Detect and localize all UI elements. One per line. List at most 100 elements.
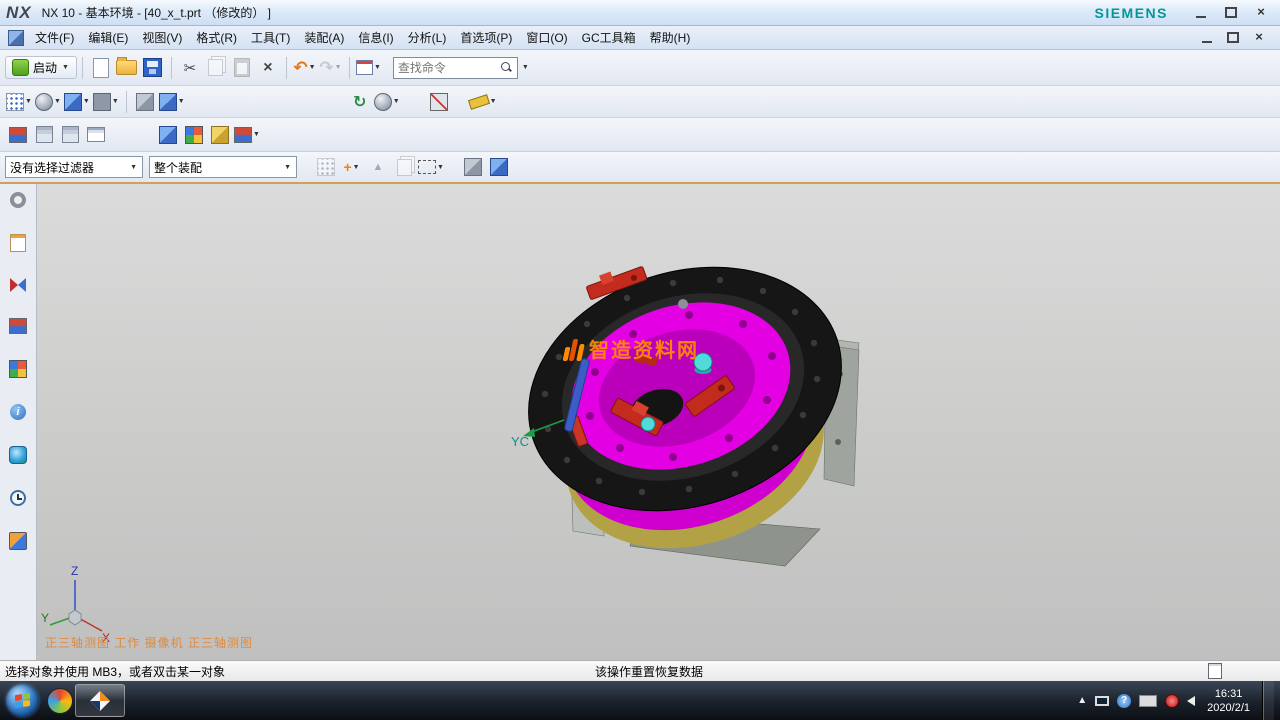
menu-file[interactable]: 文件(F) [28, 26, 81, 49]
cut-button[interactable]: ✂ [178, 56, 202, 80]
measure-button[interactable]: ▼ [469, 90, 498, 114]
chevron-down-icon[interactable]: ▼ [253, 131, 260, 138]
show-desktop-button[interactable] [1262, 681, 1274, 720]
chevron-down-icon[interactable]: ▼ [335, 64, 342, 71]
fit-view-button[interactable]: ▼ [159, 90, 186, 114]
orbit-button[interactable]: ↻ [348, 90, 372, 114]
history-icon[interactable] [10, 490, 26, 506]
tray-keyboard-icon[interactable] [1139, 695, 1157, 707]
scene-editor-icon[interactable] [9, 532, 27, 550]
menu-window[interactable]: 窗口(O) [519, 26, 574, 49]
chevron-down-icon[interactable]: ▼ [393, 98, 400, 105]
move-up-button[interactable]: ▲ [366, 155, 390, 179]
find-component-button[interactable] [6, 123, 30, 147]
reuse-library-icon[interactable] [9, 360, 27, 378]
copy-button[interactable] [204, 56, 228, 80]
add-component-button[interactable] [156, 123, 180, 147]
display-mode-button[interactable]: ▼ [93, 90, 120, 114]
named-view-button[interactable]: ▼ [64, 90, 91, 114]
repeat-command-button[interactable]: ▼ [356, 56, 382, 80]
part-navigator-icon[interactable] [10, 234, 26, 252]
highlight-select-button[interactable]: +▼ [340, 155, 364, 179]
chevron-down-icon[interactable]: ▼ [374, 64, 381, 71]
menu-view[interactable]: 视图(V) [135, 26, 189, 49]
view-orientation-button[interactable]: ▼ [6, 90, 33, 114]
tray-volume-icon[interactable] [1187, 696, 1195, 706]
viewport-canvas[interactable]: YC Z Y X 智造资料网 正三轴测图 工作 摄像机 正三轴测图 [37, 184, 1280, 660]
chevron-down-icon: ▼ [284, 164, 291, 171]
pinned-app-icon[interactable] [47, 688, 73, 714]
product-outline-button[interactable] [84, 123, 108, 147]
chevron-down-icon[interactable]: ▼ [437, 164, 444, 171]
menu-gc-toolbox[interactable]: GC工具箱 [575, 26, 643, 49]
status-note-icon[interactable] [1208, 663, 1222, 679]
tray-help-icon[interactable]: ? [1117, 694, 1131, 708]
open-button[interactable] [115, 56, 139, 80]
undo-button[interactable]: ↶▼ [293, 56, 317, 80]
minimize-button[interactable] [1194, 6, 1208, 19]
triad-y-label: Y [41, 611, 49, 625]
chevron-down-icon[interactable]: ▼ [83, 98, 90, 105]
child-restore-button[interactable] [1226, 31, 1240, 44]
snapshot-button[interactable]: ▼ [35, 90, 62, 114]
rectangle-select-button[interactable]: ▼ [418, 155, 445, 179]
constraint-navigator-icon[interactable] [10, 278, 26, 292]
nx-taskbar-button[interactable] [75, 684, 125, 717]
hd3d-tool-icon[interactable]: i [10, 404, 26, 420]
document-menu-icon[interactable] [8, 30, 24, 46]
find-command-input[interactable] [394, 61, 498, 75]
roles-gear-icon[interactable] [10, 192, 26, 208]
hidden-icons-arrow[interactable]: ▲ [1077, 695, 1087, 706]
search-icon[interactable] [501, 62, 512, 73]
chevron-down-icon[interactable]: ▼ [490, 98, 497, 105]
previous-selection-button[interactable] [392, 155, 416, 179]
web-browser-icon[interactable] [9, 446, 27, 464]
section-view-button[interactable] [427, 90, 451, 114]
start-orb-button[interactable] [6, 684, 39, 717]
rendering-style-button[interactable]: ▼ [374, 90, 401, 114]
title-bar: NX NX 10 - 基本环境 - [40_x_t.prt （修改的） ] SI… [0, 0, 1280, 26]
menu-preferences[interactable]: 首选项(P) [453, 26, 519, 49]
selection-filter-dropdown[interactable]: 没有选择过滤器 ▼ [5, 156, 143, 178]
open-component-icon [36, 126, 53, 143]
maximize-button[interactable] [1224, 6, 1238, 19]
menu-analysis[interactable]: 分析(L) [401, 26, 454, 49]
component-sheets-button[interactable] [58, 123, 82, 147]
assembly-navigator-icon[interactable] [9, 318, 27, 334]
new-file-button[interactable] [89, 56, 113, 80]
restore-view-button[interactable] [133, 90, 157, 114]
menu-assembly[interactable]: 装配(A) [297, 26, 351, 49]
show-hide-button[interactable] [461, 155, 485, 179]
save-button[interactable] [141, 56, 165, 80]
chevron-down-icon[interactable]: ▼ [178, 98, 185, 105]
assembly-constraints-button[interactable]: ▼ [234, 123, 261, 147]
menu-help[interactable]: 帮助(H) [643, 26, 698, 49]
pattern-component-button[interactable] [182, 123, 206, 147]
chevron-down-icon[interactable]: ▼ [112, 98, 119, 105]
redo-button[interactable]: ↷▼ [319, 56, 343, 80]
delete-button[interactable]: × [256, 56, 280, 80]
selection-scope-dropdown[interactable]: 整个装配 ▼ [149, 156, 297, 178]
snap-point-button[interactable] [314, 155, 338, 179]
general-object-button[interactable] [487, 155, 511, 179]
tray-antivirus-icon[interactable] [1165, 694, 1179, 708]
chevron-down-icon[interactable]: ▼ [353, 164, 360, 171]
menu-information[interactable]: 信息(I) [351, 26, 400, 49]
chevron-down-icon[interactable]: ▼ [309, 64, 316, 71]
tray-display-icon[interactable] [1095, 696, 1109, 706]
paste-button[interactable] [230, 56, 254, 80]
menu-edit[interactable]: 编辑(E) [81, 26, 135, 49]
taskbar-clock[interactable]: 16:31 2020/2/1 [1207, 687, 1250, 715]
close-button[interactable]: × [1254, 6, 1268, 19]
move-component-button[interactable] [208, 123, 232, 147]
chevron-down-icon[interactable]: ▼ [54, 98, 61, 105]
open-component-button[interactable] [32, 123, 56, 147]
child-close-button[interactable]: × [1252, 31, 1266, 44]
chevron-down-icon[interactable]: ▼ [25, 98, 32, 105]
chevron-down-icon[interactable]: ▼ [522, 64, 529, 71]
menu-tools[interactable]: 工具(T) [244, 26, 297, 49]
start-button[interactable]: 启动 ▼ [5, 56, 77, 79]
menu-format[interactable]: 格式(R) [189, 26, 244, 49]
component-sheets-icon [62, 126, 79, 143]
child-minimize-button[interactable] [1200, 31, 1214, 44]
